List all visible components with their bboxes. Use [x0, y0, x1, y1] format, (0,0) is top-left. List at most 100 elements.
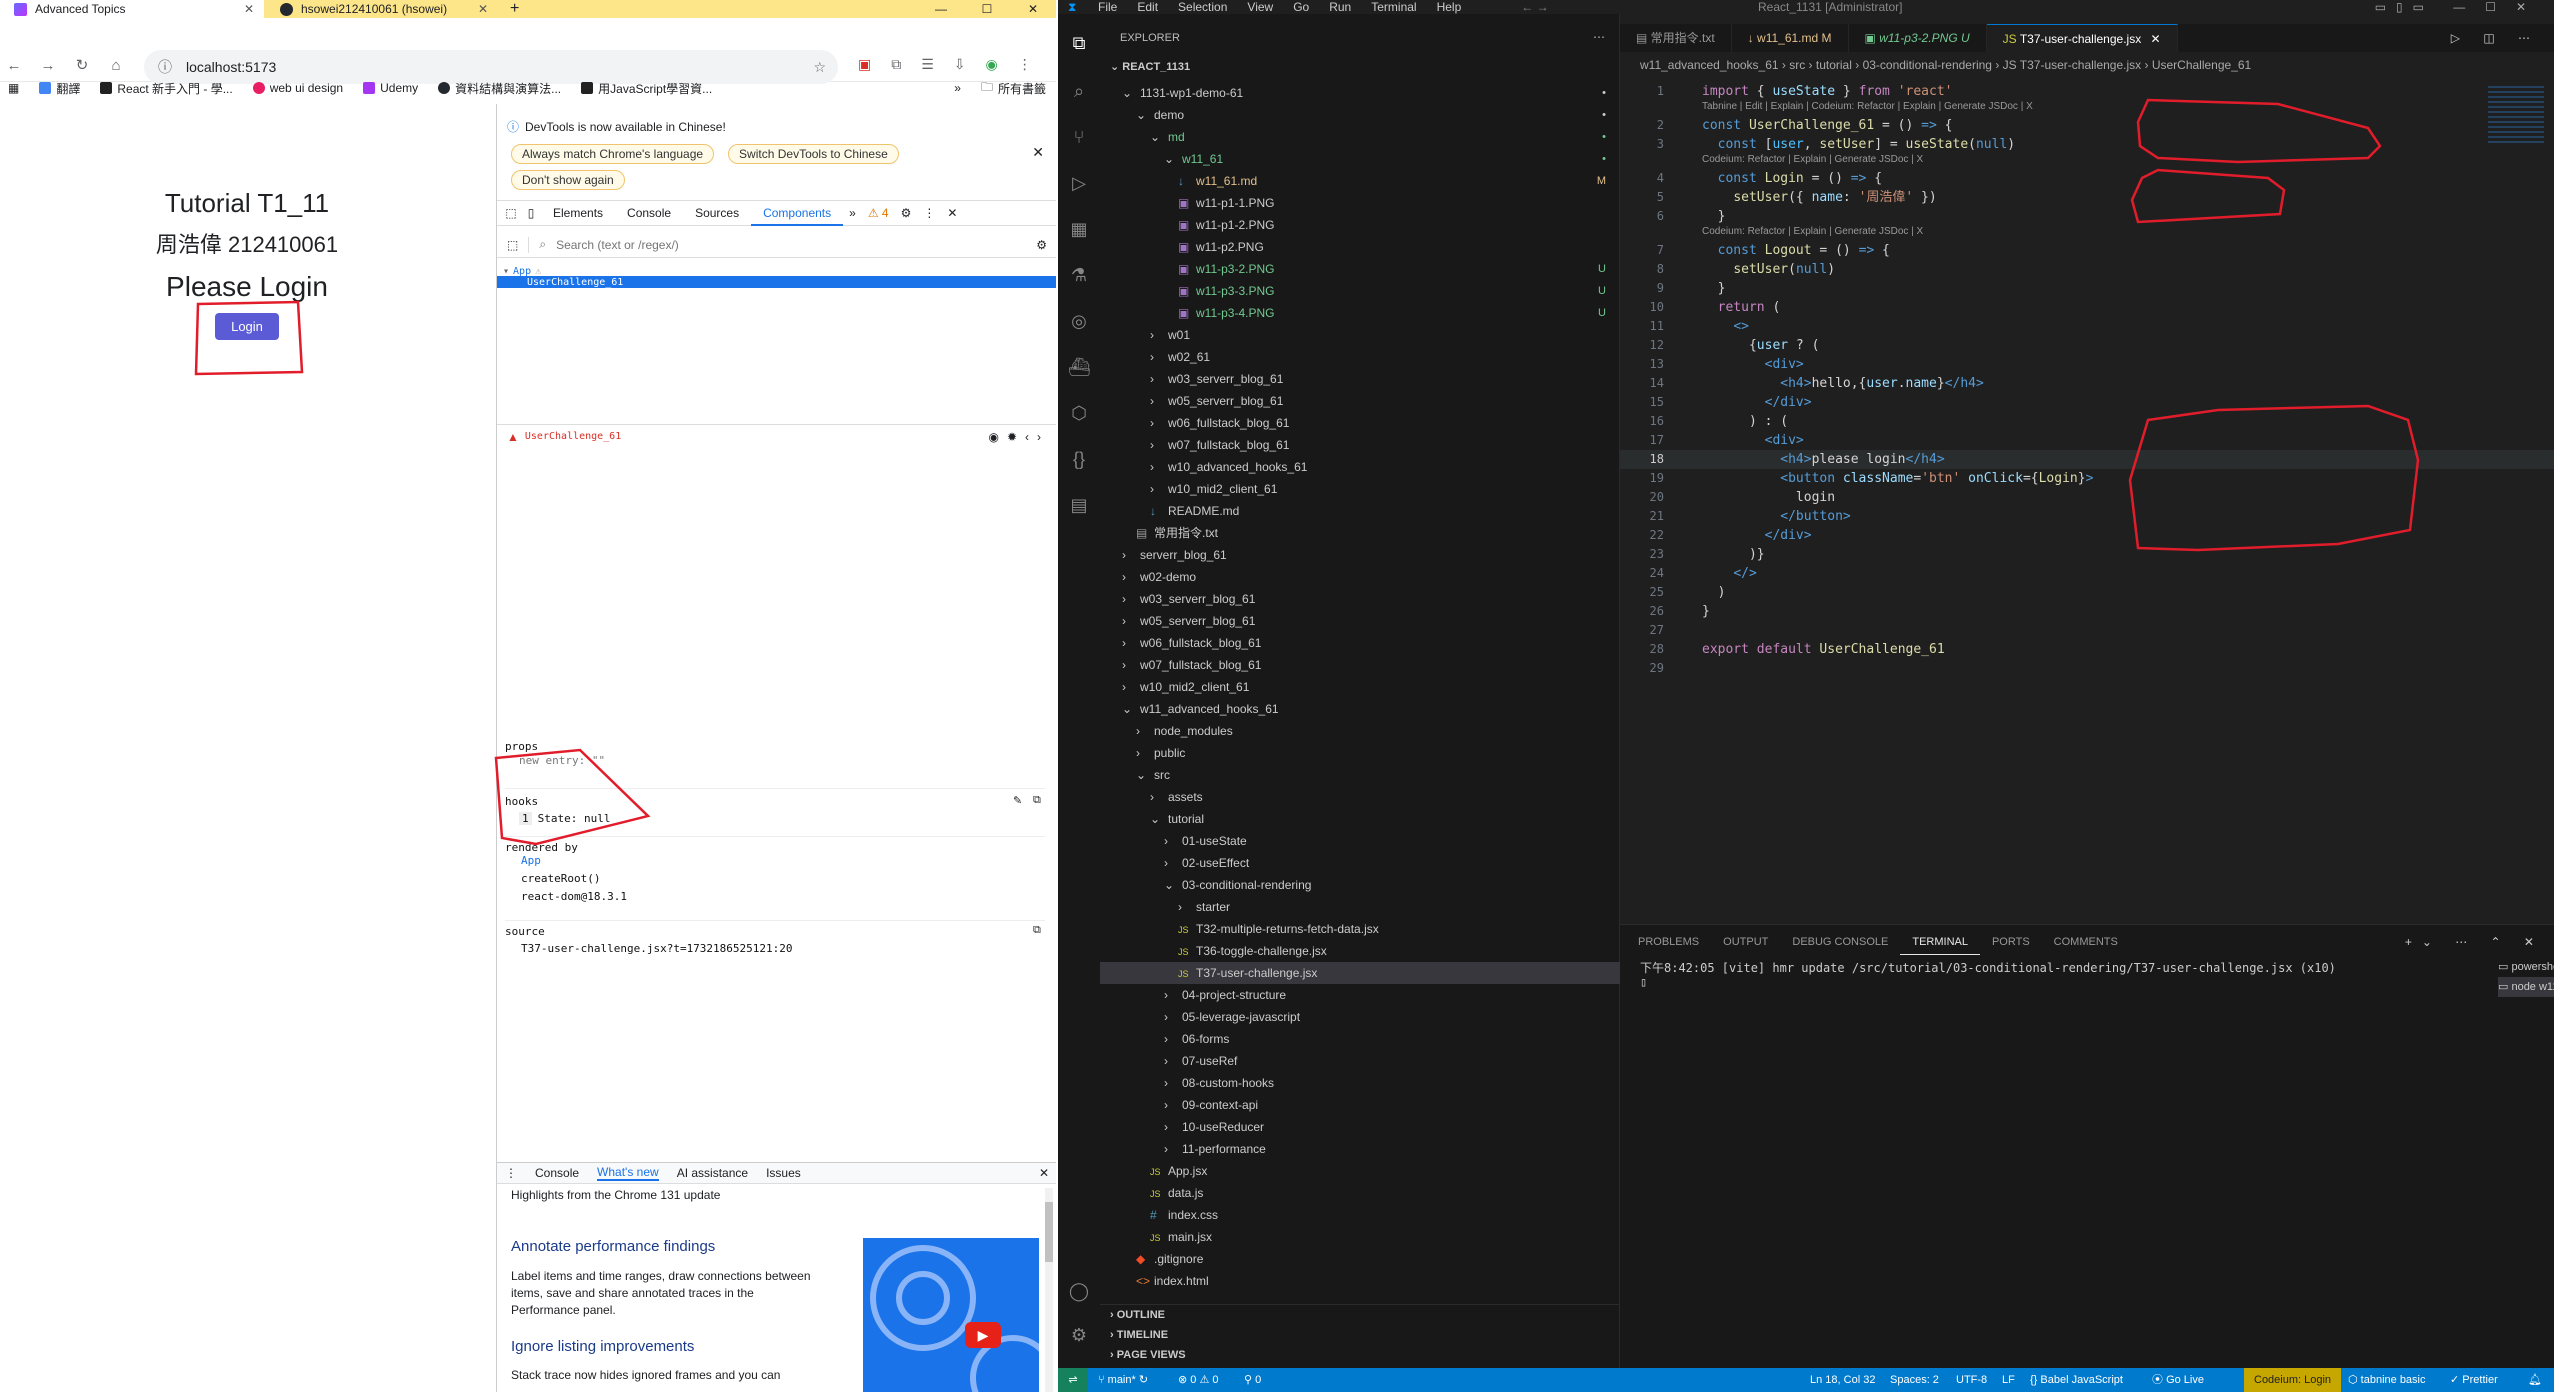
codeium-icon[interactable]: ⬡ — [1068, 402, 1090, 424]
menu-edit[interactable]: Edit — [1137, 0, 1158, 14]
tree-folder[interactable]: › 04-project-structure — [1100, 984, 1620, 1006]
feature-title-ignore[interactable]: Ignore listing improvements — [511, 1338, 694, 1355]
close-drawer-icon[interactable]: ✕ — [1039, 1166, 1049, 1180]
tree-file[interactable]: JS T36-toggle-challenge.jsx — [1100, 940, 1620, 962]
more-tabs-icon[interactable]: » — [843, 206, 862, 220]
wand-icon[interactable]: ✎ — [1013, 794, 1022, 807]
code-editor[interactable]: 1 import { useState } from 'react' Tabnine… — [1620, 82, 2554, 922]
tree-folder[interactable]: › w07_fullstack_blog_61 — [1100, 654, 1620, 676]
remote-indicator-icon[interactable]: ⇌ — [1058, 1368, 1088, 1392]
home-icon[interactable]: ⌂ — [106, 56, 126, 76]
prettier-status[interactable]: ✓ Prettier — [2450, 1368, 2498, 1392]
tree-file[interactable]: ▣ w11-p1-1.PNG — [1100, 192, 1620, 214]
maximize-icon[interactable]: ☐ — [964, 0, 1010, 18]
json-icon[interactable]: {} — [1068, 448, 1090, 470]
panel-tab-problems[interactable]: PROBLEMS — [1626, 929, 1711, 955]
reading-list-icon[interactable]: ☰ — [921, 56, 934, 73]
tree-folder[interactable]: › w05_serverr_blog_61 — [1100, 610, 1620, 632]
layout-toggle-icons[interactable]: ▭▯▭ — [2375, 0, 2434, 14]
tree-folder[interactable]: ⌄ w11_advanced_hooks_61 — [1100, 698, 1620, 720]
component-settings-icon[interactable]: ⚙ — [1036, 238, 1047, 252]
menu-selection[interactable]: Selection — [1178, 0, 1227, 14]
code-line[interactable]: 23 )} — [1620, 545, 2554, 564]
chrome-menu-icon[interactable]: ⋮ — [1018, 56, 1032, 73]
tree-file[interactable]: JS main.jsx — [1100, 1226, 1620, 1248]
search-icon[interactable]: ⌕ — [1068, 80, 1090, 102]
editor-tab-jsx[interactable]: JS T37-user-challenge.jsx ✕ — [1986, 24, 2178, 52]
editor-tab-md[interactable]: ↓ w11_61.md M — [1732, 24, 1849, 52]
tree-folder[interactable]: › w07_fullstack_blog_61 — [1100, 434, 1620, 456]
extensions-icon[interactable]: ▦ — [1068, 218, 1090, 240]
tree-folder[interactable]: › w03_serverr_blog_61 — [1100, 588, 1620, 610]
code-line[interactable]: 18 <h4>please login</h4> — [1620, 450, 2554, 469]
apps-grid-icon[interactable]: ▦ — [8, 81, 19, 95]
panel-tab-debug-console[interactable]: DEBUG CONSOLE — [1780, 929, 1900, 955]
editor-tab-png[interactable]: ▣ w11-p3-2.PNG U — [1849, 24, 1987, 52]
switch-chinese-button[interactable]: Switch DevTools to Chinese — [728, 144, 899, 164]
code-line[interactable]: 17 <div> — [1620, 431, 2554, 450]
tree-folder[interactable]: › w01 — [1100, 324, 1620, 346]
login-button[interactable]: Login — [215, 313, 279, 340]
breadcrumb[interactable]: w11_advanced_hooks_61 › src › tutorial ›… — [1640, 58, 2251, 72]
menu-terminal[interactable]: Terminal — [1371, 0, 1416, 14]
menu-help[interactable]: Help — [1437, 0, 1462, 14]
warning-count[interactable]: ⚠ 4 — [862, 206, 895, 220]
menu-go[interactable]: Go — [1293, 0, 1309, 14]
tree-folder[interactable]: › w02-demo — [1100, 566, 1620, 588]
tab-sources[interactable]: Sources — [683, 200, 751, 226]
menu-view[interactable]: View — [1247, 0, 1273, 14]
component-search-input[interactable] — [556, 237, 957, 252]
close-editor-tab-icon[interactable]: ✕ — [2151, 32, 2161, 46]
copy-icon[interactable]: ⧉ — [1033, 794, 1041, 807]
tree-folder[interactable]: › w02_61 — [1100, 346, 1620, 368]
tree-file[interactable]: ▣ w11-p3-4.PNG U — [1100, 302, 1620, 324]
code-line[interactable]: 25 ) — [1620, 583, 2554, 602]
tree-folder[interactable]: ⌄ tutorial — [1100, 808, 1620, 830]
close-tab-icon[interactable]: ✕ — [244, 2, 254, 16]
tree-file[interactable]: ▣ w11-p2.PNG — [1100, 236, 1620, 258]
problems-count[interactable]: ⊗ 0 ⚠ 0 — [1178, 1368, 1218, 1392]
tree-folder[interactable]: ⌄ 03-conditional-rendering — [1100, 874, 1620, 896]
close-banner-icon[interactable]: ✕ — [1032, 144, 1044, 161]
hook-state-row[interactable]: 1 State: null — [519, 812, 610, 825]
code-line[interactable]: 27 — [1620, 621, 2554, 640]
command-center-search[interactable]: React_1131 [Administrator] — [1758, 0, 1903, 14]
menu-run[interactable]: Run — [1329, 0, 1351, 14]
downloads-icon[interactable]: ⇩ — [954, 56, 966, 73]
code-line[interactable]: 3 const [user, setUser] = useState(null) — [1620, 135, 2554, 154]
editor-tab-txt[interactable]: ▤ 常用指令.txt — [1620, 24, 1732, 52]
tree-folder[interactable]: › node_modules — [1100, 720, 1620, 742]
tree-file[interactable]: ◆ .gitignore — [1100, 1248, 1620, 1270]
code-line[interactable]: 20 login — [1620, 488, 2554, 507]
remote-icon[interactable]: ◎ — [1068, 310, 1090, 332]
code-line[interactable]: 8 setUser(null) — [1620, 260, 2554, 279]
tree-file[interactable]: ↓ README.md — [1100, 500, 1620, 522]
git-branch[interactable]: ⑂ main* ↻ — [1098, 1368, 1148, 1392]
code-line[interactable]: 13 <div> — [1620, 355, 2554, 374]
panel-tab-comments[interactable]: COMMENTS — [2042, 929, 2130, 955]
bookmark-item[interactable]: React 新手入門 - 學... — [100, 80, 233, 97]
timeline-section[interactable]: › TIMELINE — [1100, 1325, 1620, 1345]
page-views-section[interactable]: › PAGE VIEWS — [1100, 1345, 1620, 1365]
editor-actions[interactable]: ▷ ◫ ⋯ — [2437, 24, 2554, 52]
terminal-item-powershell[interactable]: ▭ powershell — [2498, 957, 2554, 977]
whats-new-video-thumbnail[interactable]: ▶ — [863, 1238, 1039, 1392]
tree-file[interactable]: ▣ w11-p3-3.PNG U — [1100, 280, 1620, 302]
notifications-bell-icon[interactable]: 🔔︎ — [2528, 1368, 2542, 1392]
tree-folder[interactable]: › 02-useEffect — [1100, 852, 1620, 874]
panel-tab-output[interactable]: OUTPUT — [1711, 929, 1780, 955]
code-line[interactable]: 22 </div> — [1620, 526, 2554, 545]
new-tab-button[interactable]: + — [510, 0, 519, 18]
profile-avatar[interactable]: ◉ — [986, 56, 998, 73]
nav-back-forward[interactable]: ← → — [1521, 0, 1548, 14]
device-toolbar-icon[interactable]: ▯ — [521, 206, 541, 220]
tree-folder[interactable]: › w06_fullstack_blog_61 — [1100, 412, 1620, 434]
tree-file[interactable]: JS T37-user-challenge.jsx — [1100, 962, 1620, 984]
inspect-element-icon[interactable]: ⬚ — [501, 206, 521, 220]
tree-folder[interactable]: › assets — [1100, 786, 1620, 808]
bookmark-item[interactable]: Udemy — [363, 81, 418, 95]
tree-folder[interactable]: ⌄ 1131-wp1-demo-61 • — [1100, 82, 1620, 104]
tree-file[interactable]: ▤ 常用指令.txt — [1100, 522, 1620, 544]
panel-tab-terminal[interactable]: TERMINAL — [1900, 929, 1980, 955]
code-icon[interactable]: ‹› — [1025, 430, 1049, 444]
